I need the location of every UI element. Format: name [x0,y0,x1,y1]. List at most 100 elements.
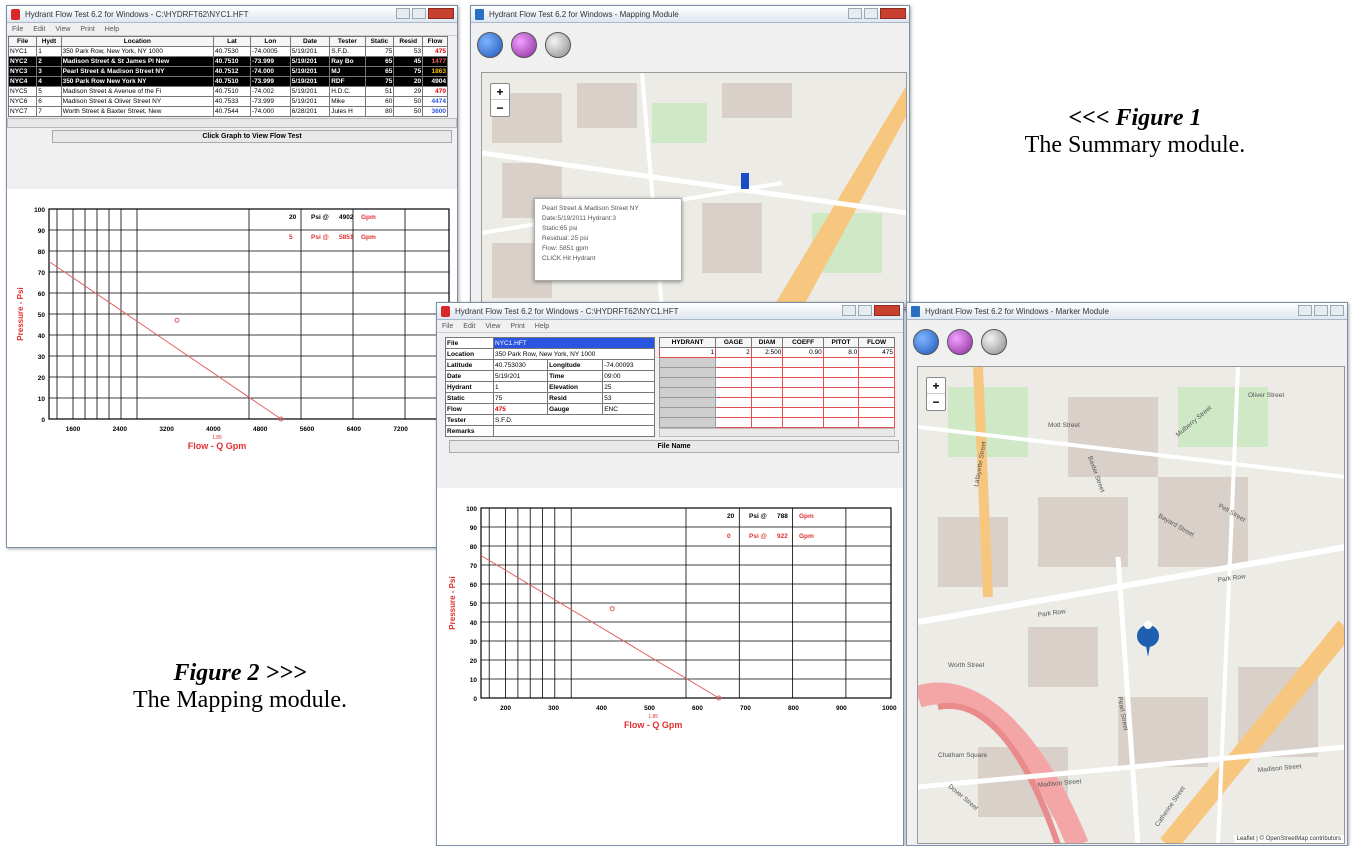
globe-icon[interactable] [913,329,939,355]
field-value[interactable]: -74.00093 [602,359,655,371]
zoom-in-button[interactable]: + [927,378,945,394]
column-header[interactable]: COEFF [782,337,824,348]
minimize-button[interactable] [842,305,856,316]
table-row[interactable]: NYC1 1 350 Park Row, New York, NY 1000 40.7… [7,46,448,57]
maximize-button[interactable] [858,305,872,316]
minimize-button[interactable] [848,8,862,19]
menu-help[interactable]: Help [535,323,549,330]
table-row[interactable]: NYC2 2 Madison Street & St James Pl New 40.… [7,56,448,67]
table-cell[interactable] [782,417,824,428]
field-value[interactable]: NYC1.HFT [493,337,655,349]
column-header[interactable]: File [7,36,38,47]
field-value[interactable]: S.F.D. [493,414,655,426]
field-value[interactable]: 53 [602,392,655,404]
table-cell[interactable] [658,397,717,408]
table-cell[interactable] [822,377,860,388]
table-cell[interactable] [858,407,895,418]
field-value[interactable] [493,425,655,437]
table-cell[interactable] [782,367,824,378]
table-cell[interactable]: 1 [658,347,717,358]
column-header[interactable]: Location [60,36,215,47]
table-row[interactable] [658,397,895,408]
menu-print[interactable]: Print [80,26,94,33]
menu-edit[interactable]: Edit [33,26,45,33]
table-cell[interactable] [750,387,784,398]
table-cell[interactable] [658,367,717,378]
table-cell[interactable] [822,397,860,408]
table-cell[interactable] [658,387,717,398]
table-cell[interactable] [658,407,717,418]
table-cell[interactable] [782,377,824,388]
column-header[interactable]: FLOW [858,337,895,348]
marker-titlebar[interactable]: Hydrant Flow Test 6.2 for Windows - Mark… [907,303,1347,320]
table-cell[interactable] [782,407,824,418]
table-cell[interactable]: 475 [858,347,895,358]
mapping-titlebar[interactable]: Hydrant Flow Test 6.2 for Windows - Mapp… [471,6,909,23]
table-cell[interactable] [750,377,784,388]
marker-icon[interactable] [511,32,538,58]
column-header[interactable]: Flow [422,36,448,47]
eraser-icon[interactable] [545,32,572,58]
table-cell[interactable] [715,377,752,388]
menu-file[interactable]: File [442,323,453,330]
field-value[interactable]: 5/19/201 [492,370,549,382]
table-cell[interactable] [750,407,784,418]
table-cell[interactable] [715,407,752,418]
table-row[interactable] [658,377,895,388]
column-header[interactable]: HYDRANT [658,337,717,348]
map-attribution[interactable]: Leaflet | © OpenStreetMap contributors [1233,835,1344,843]
table-cell[interactable] [822,407,860,418]
table-cell[interactable] [858,377,895,388]
field-value[interactable]: 09:00 [602,370,655,382]
table-cell[interactable] [715,367,752,378]
close-button[interactable] [880,8,906,19]
menu-file[interactable]: File [12,26,23,33]
table-cell[interactable]: 0.90 [782,347,824,358]
field-value[interactable]: 1 [492,381,549,393]
table-cell[interactable] [782,357,824,368]
table-cell[interactable] [750,397,784,408]
table-row[interactable]: 1 2 2.500 0.90 8.0 475 [658,347,895,358]
summary-titlebar[interactable]: Hydrant Flow Test 6.2 for Windows - C:\H… [7,6,457,23]
column-header[interactable]: GAGE [715,337,752,348]
menu-view[interactable]: View [485,323,500,330]
table-cell[interactable] [822,367,860,378]
table-cell[interactable] [858,417,895,428]
file-name-button[interactable]: File Name [449,440,899,453]
column-header[interactable]: PITOT [822,337,860,348]
field-value[interactable]: 75 [492,392,549,404]
field-value[interactable]: 40.753030 [492,359,549,371]
graph-button[interactable]: Click Graph to View Flow Test [52,130,452,143]
table-cell[interactable] [782,397,824,408]
table-row[interactable] [658,387,895,398]
table-cell[interactable]: 2 [715,347,752,358]
table-row[interactable] [658,367,895,378]
table-cell[interactable] [658,417,717,428]
maximize-button[interactable] [412,8,426,19]
marker-icon[interactable] [947,329,974,355]
table-row[interactable] [658,407,895,418]
globe-icon[interactable] [477,32,503,58]
table-cell[interactable] [715,387,752,398]
field-value[interactable]: ENC [602,403,655,415]
mapping-map[interactable]: + − Pearl Street & Madison Street NY Dat… [481,72,907,308]
table-cell[interactable] [750,417,784,428]
column-header[interactable]: Hydt [36,36,62,47]
table-cell[interactable] [715,397,752,408]
table-cell[interactable] [858,357,895,368]
horizontal-scrollbar[interactable] [659,428,895,437]
table-row[interactable]: NYC5 5 Madison Street & Avenue of the Fi 40… [7,86,448,97]
table-row[interactable] [658,357,895,368]
table-row[interactable] [658,417,895,428]
table-cell[interactable] [782,387,824,398]
zoom-out-button[interactable]: − [927,394,945,410]
column-header[interactable]: Resid [393,36,424,47]
menu-help[interactable]: Help [105,26,119,33]
menu-print[interactable]: Print [510,323,524,330]
table-cell[interactable]: 8.0 [822,347,860,358]
table-cell[interactable] [858,397,895,408]
field-value[interactable]: 350 Park Row, New York, NY 1000 [493,348,655,360]
table-cell[interactable] [822,387,860,398]
table-cell[interactable] [858,367,895,378]
table-cell[interactable]: 2.500 [750,347,784,358]
